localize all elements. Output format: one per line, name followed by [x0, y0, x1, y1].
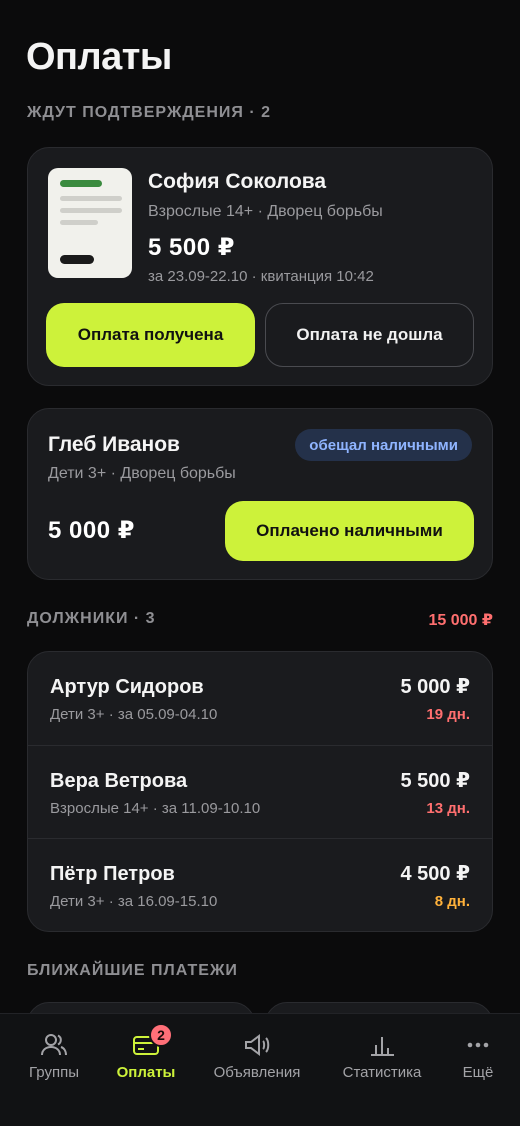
nav-label: Ещё — [462, 1064, 494, 1081]
debtor-overdue-days: 8 дн. — [434, 893, 470, 910]
debtor-amount: 5 500 ₽ — [400, 770, 470, 792]
debtors-section-header: ДОЛЖНИКИ · 3 — [27, 610, 156, 627]
payer-group: Взрослые 14+ · Дворец борьбы — [148, 203, 383, 220]
payments-count-badge: 2 — [149, 1023, 173, 1047]
debtors-list: Артур Сидоров Дети 3+ · за 05.09-04.10 5… — [27, 651, 493, 932]
receipt-thumbnail[interactable] — [48, 168, 132, 278]
promise-badge: обещал наличными — [295, 429, 472, 461]
receipt-line — [60, 208, 122, 213]
payment-meta: за 23.09-22.10 · квитанция 10:42 — [148, 268, 374, 285]
debtor-row[interactable]: Вера Ветрова Взрослые 14+ · за 11.09-10.… — [28, 745, 492, 838]
debtor-row[interactable]: Артур Сидоров Дети 3+ · за 05.09-04.10 5… — [28, 652, 492, 745]
payer-amount: 5 500 ₽ — [148, 234, 235, 261]
nav-item-statistics[interactable]: Статистика — [330, 1014, 434, 1104]
nav-item-payments[interactable]: 2 Оплаты — [94, 1014, 198, 1104]
debtor-overdue-days: 13 дн. — [426, 800, 470, 817]
payer-group: Дети 3+ · Дворец борьбы — [48, 465, 236, 482]
nav-label: Статистика — [342, 1064, 422, 1081]
payer-name: София Соколова — [148, 170, 327, 193]
nav-item-announcements[interactable]: Объявления — [205, 1014, 309, 1104]
pending-card-sofia: София Соколова Взрослые 14+ · Дворец бор… — [27, 147, 493, 386]
upcoming-section-header: БЛИЖАЙШИЕ ПЛАТЕЖИ — [27, 962, 238, 979]
nav-label: Объявления — [213, 1064, 301, 1081]
nav-label: Группы — [29, 1064, 79, 1081]
paid-cash-button[interactable]: Оплачено наличными — [225, 501, 474, 561]
debtor-overdue-days: 19 дн. — [426, 706, 470, 723]
bottom-nav: Группы 2 Оплаты Объявления Статистика Ещ… — [0, 1013, 520, 1126]
megaphone-icon — [245, 1034, 270, 1056]
debtor-amount: 5 000 ₽ — [400, 676, 470, 698]
debtor-name: Вера Ветрова — [50, 770, 188, 792]
debtors-total: 15 000 ₽ — [428, 612, 493, 629]
chart-icon — [371, 1037, 394, 1056]
nav-item-more[interactable]: Ещё — [426, 1014, 520, 1104]
more-icon — [467, 1042, 489, 1048]
debtor-name: Артур Сидоров — [50, 676, 204, 698]
receipt-header-line — [60, 180, 102, 187]
payer-amount: 5 000 ₽ — [48, 517, 135, 544]
nav-item-groups[interactable]: Группы — [2, 1014, 106, 1104]
users-icon — [41, 1034, 67, 1056]
debtor-name: Пётр Петров — [50, 863, 175, 885]
payer-name: Глеб Иванов — [48, 433, 180, 456]
page-title: Оплаты — [26, 36, 172, 78]
payment-not-received-button[interactable]: Оплата не дошла — [265, 303, 474, 367]
payment-received-button[interactable]: Оплата получена — [46, 303, 255, 367]
debtor-details: Взрослые 14+ · за 11.09-10.10 — [50, 800, 261, 817]
pending-section-header: ЖДУТ ПОДТВЕРЖДЕНИЯ · 2 — [27, 104, 272, 121]
receipt-total-line — [60, 255, 94, 264]
debtor-amount: 4 500 ₽ — [400, 863, 470, 885]
receipt-line — [60, 196, 122, 201]
debtor-details: Дети 3+ · за 05.09-04.10 — [50, 706, 218, 723]
debtor-details: Дети 3+ · за 16.09-15.10 — [50, 893, 218, 910]
pending-card-gleb: Глеб Иванов обещал наличными Дети 3+ · Д… — [27, 408, 493, 580]
nav-label: Оплаты — [116, 1064, 176, 1081]
debtor-row[interactable]: Пётр Петров Дети 3+ · за 16.09-15.10 4 5… — [28, 838, 492, 931]
receipt-line — [60, 220, 98, 225]
